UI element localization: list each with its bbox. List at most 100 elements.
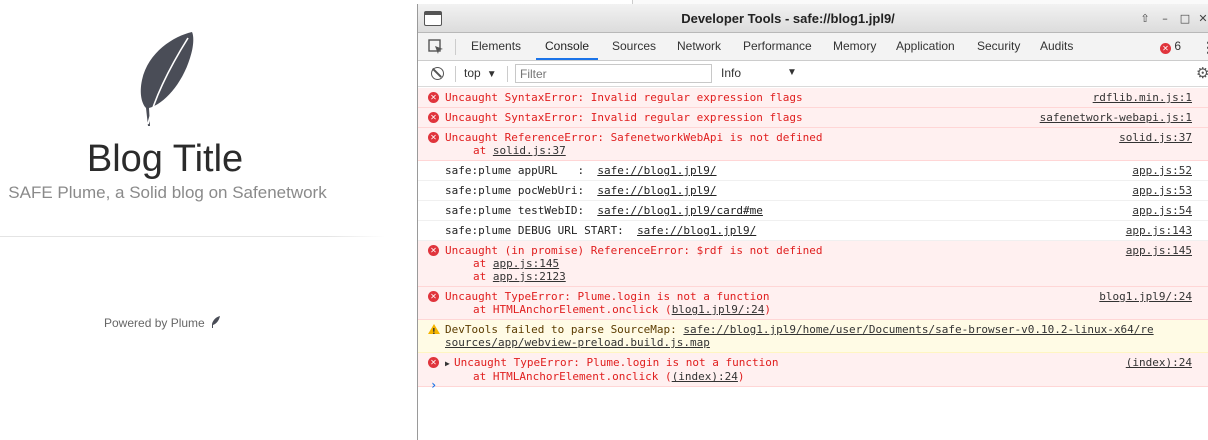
feather-logo-icon xyxy=(140,32,194,126)
console-output: ✕ Uncaught SyntaxError: Invalid regular … xyxy=(418,88,1208,440)
message-text: safe:plume pocWebUri: safe://blog1.jpl9/ xyxy=(445,184,1208,197)
tab-security[interactable]: Security xyxy=(968,33,1029,60)
error-icon: ✕ xyxy=(428,92,439,103)
stack-suffix: ) xyxy=(764,303,772,316)
stack-frame: at app.js:145 xyxy=(473,257,1208,270)
sourcemap-link-cont[interactable]: sources/app/webview-preload.build.js.map xyxy=(445,336,1208,349)
blog-title: Blog Title xyxy=(86,138,244,180)
console-message: safe:plume testWebID: safe://blog1.jpl9/… xyxy=(418,201,1208,221)
error-icon: ✕ xyxy=(428,291,439,302)
shade-icon[interactable]: ⇧ xyxy=(1137,11,1153,27)
devtools-tabbar: Elements Console Sources Network Perform… xyxy=(418,33,1208,61)
stack-frame: at HTMLAnchorElement.onclick (blog1.jpl9… xyxy=(473,303,1208,316)
stack-link[interactable]: (index):24 xyxy=(672,370,738,383)
console-filterbar: top ▼ Info ▼ ⚙ xyxy=(418,61,1208,87)
message-text: safe:plume DEBUG URL START: safe://blog1… xyxy=(445,224,1208,237)
error-icon: ✕ xyxy=(428,245,439,256)
console-warning: DevTools failed to parse SourceMap: safe… xyxy=(418,320,1208,353)
console-message: safe:plume pocWebUri: safe://blog1.jpl9/… xyxy=(418,181,1208,201)
stack-prefix: at HTMLAnchorElement.onclick ( xyxy=(473,303,672,316)
expand-triangle-icon[interactable]: ▶ xyxy=(445,357,454,370)
log-level-selector[interactable]: Info xyxy=(721,66,741,80)
stack-frame: at solid.js:37 xyxy=(473,144,1208,157)
source-link[interactable]: (index):24 xyxy=(1126,356,1192,369)
url-link[interactable]: safe://blog1.jpl9/ xyxy=(637,224,756,237)
message-text: Uncaught (in promise) ReferenceError: $r… xyxy=(445,244,823,257)
console-message: safe:plume DEBUG URL START: safe://blog1… xyxy=(418,221,1208,241)
tab-network[interactable]: Network xyxy=(668,33,730,60)
stack-prefix: at HTMLAnchorElement.onclick ( xyxy=(473,370,672,383)
url-link[interactable]: safe://blog1.jpl9/ xyxy=(597,184,716,197)
url-link[interactable]: safe://blog1.jpl9/card#me xyxy=(597,204,763,217)
stack-link[interactable]: app.js:2123 xyxy=(493,270,566,283)
error-icon: ✕ xyxy=(1160,43,1171,54)
log-label: safe:plume pocWebUri: xyxy=(445,184,598,197)
console-message: ✕ Uncaught SyntaxError: Invalid regular … xyxy=(418,88,1208,108)
error-icon: ✕ xyxy=(428,132,439,143)
blog-page: Blog Title SAFE Plume, a Solid blog on S… xyxy=(0,0,418,440)
error-text: Uncaught TypeError: Plume.login is not a… xyxy=(454,356,779,369)
error-counter[interactable]: ✕ 6 xyxy=(1160,39,1181,54)
window-title: Developer Tools - safe://blog1.jpl9/ xyxy=(681,11,895,26)
console-message: safe:plume appURL : safe://blog1.jpl9/ a… xyxy=(418,161,1208,181)
tab-performance[interactable]: Performance xyxy=(734,33,821,60)
gear-icon[interactable]: ⚙ xyxy=(1196,64,1208,82)
footer-text: Powered by Plume xyxy=(104,316,205,330)
stack-prefix: at xyxy=(473,257,493,270)
error-count: 6 xyxy=(1174,39,1182,53)
footer: Powered by Plume xyxy=(104,316,221,330)
message-text: safe:plume appURL : safe://blog1.jpl9/ xyxy=(445,164,1208,177)
maximize-icon[interactable]: □ xyxy=(1177,11,1193,27)
tab-application[interactable]: Application xyxy=(887,33,964,60)
plume-feather-icon xyxy=(212,316,221,328)
log-label: safe:plume DEBUG URL START: xyxy=(445,224,638,237)
console-message: ✕ Uncaught SyntaxError: Invalid regular … xyxy=(418,108,1208,128)
tab-console[interactable]: Console xyxy=(536,33,599,60)
sourcemap-link[interactable]: safe://blog1.jpl9/home/user/Documents/sa… xyxy=(683,323,1153,336)
console-message: ✕ Uncaught TypeError: Plume.login is not… xyxy=(418,287,1208,320)
source-link[interactable]: app.js:54 xyxy=(1132,204,1192,217)
source-link[interactable]: app.js:145 xyxy=(1126,244,1192,257)
stack-prefix: at xyxy=(473,144,493,157)
message-text: DevTools failed to parse SourceMap: safe… xyxy=(445,323,1208,336)
context-selector[interactable]: top ▼ xyxy=(464,66,497,80)
source-link[interactable]: blog1.jpl9/:24 xyxy=(1099,290,1192,303)
minimize-icon[interactable]: – xyxy=(1157,11,1173,27)
tab-elements[interactable]: Elements xyxy=(462,33,530,60)
source-link[interactable]: app.js:143 xyxy=(1126,224,1192,237)
filter-input[interactable] xyxy=(515,64,712,83)
stack-link[interactable]: app.js:145 xyxy=(493,257,559,270)
chevron-down-icon[interactable]: ▼ xyxy=(787,67,797,78)
stack-link[interactable]: solid.js:37 xyxy=(493,144,566,157)
chevron-down-icon: ▼ xyxy=(486,69,497,80)
source-link[interactable]: solid.js:37 xyxy=(1119,131,1192,144)
source-link[interactable]: app.js:53 xyxy=(1132,184,1192,197)
warning-text: DevTools failed to parse SourceMap: xyxy=(445,323,684,336)
url-link[interactable]: safe://blog1.jpl9/ xyxy=(597,164,716,177)
source-link[interactable]: app.js:52 xyxy=(1132,164,1192,177)
source-link[interactable]: safenetwork-webapi.js:1 xyxy=(1040,111,1192,124)
message-text: ▶ Uncaught TypeError: Plume.login is not … xyxy=(445,356,1208,370)
toolbar-separator xyxy=(455,66,456,82)
clear-console-icon[interactable] xyxy=(431,67,444,80)
more-options-icon[interactable]: ⋮ xyxy=(1201,39,1208,55)
inspect-element-icon[interactable] xyxy=(428,39,444,55)
devtools-window: Developer Tools - safe://blog1.jpl9/ ⇧ –… xyxy=(417,4,1208,440)
message-text: safe:plume testWebID: safe://blog1.jpl9/… xyxy=(445,204,1208,217)
log-label: safe:plume testWebID: xyxy=(445,204,598,217)
stack-prefix: at xyxy=(473,270,493,283)
divider xyxy=(0,236,385,237)
window-titlebar[interactable]: Developer Tools - safe://blog1.jpl9/ ⇧ –… xyxy=(418,4,1208,33)
source-link[interactable]: rdflib.min.js:1 xyxy=(1093,91,1192,104)
stack-link[interactable]: blog1.jpl9/:24 xyxy=(672,303,765,316)
tab-sources[interactable]: Sources xyxy=(603,33,665,60)
stack-frame: at HTMLAnchorElement.onclick ((index):24… xyxy=(473,370,1208,383)
console-message: ✕ Uncaught (in promise) ReferenceError: … xyxy=(418,241,1208,287)
context-value: top xyxy=(464,66,481,80)
console-prompt[interactable]: › xyxy=(430,378,437,392)
tab-memory[interactable]: Memory xyxy=(824,33,885,60)
warning-icon xyxy=(428,324,440,338)
window-controls: ⇧ – □ ✕ xyxy=(1129,8,1208,30)
tab-audits[interactable]: Audits xyxy=(1031,33,1082,60)
close-icon[interactable]: ✕ xyxy=(1195,11,1208,27)
